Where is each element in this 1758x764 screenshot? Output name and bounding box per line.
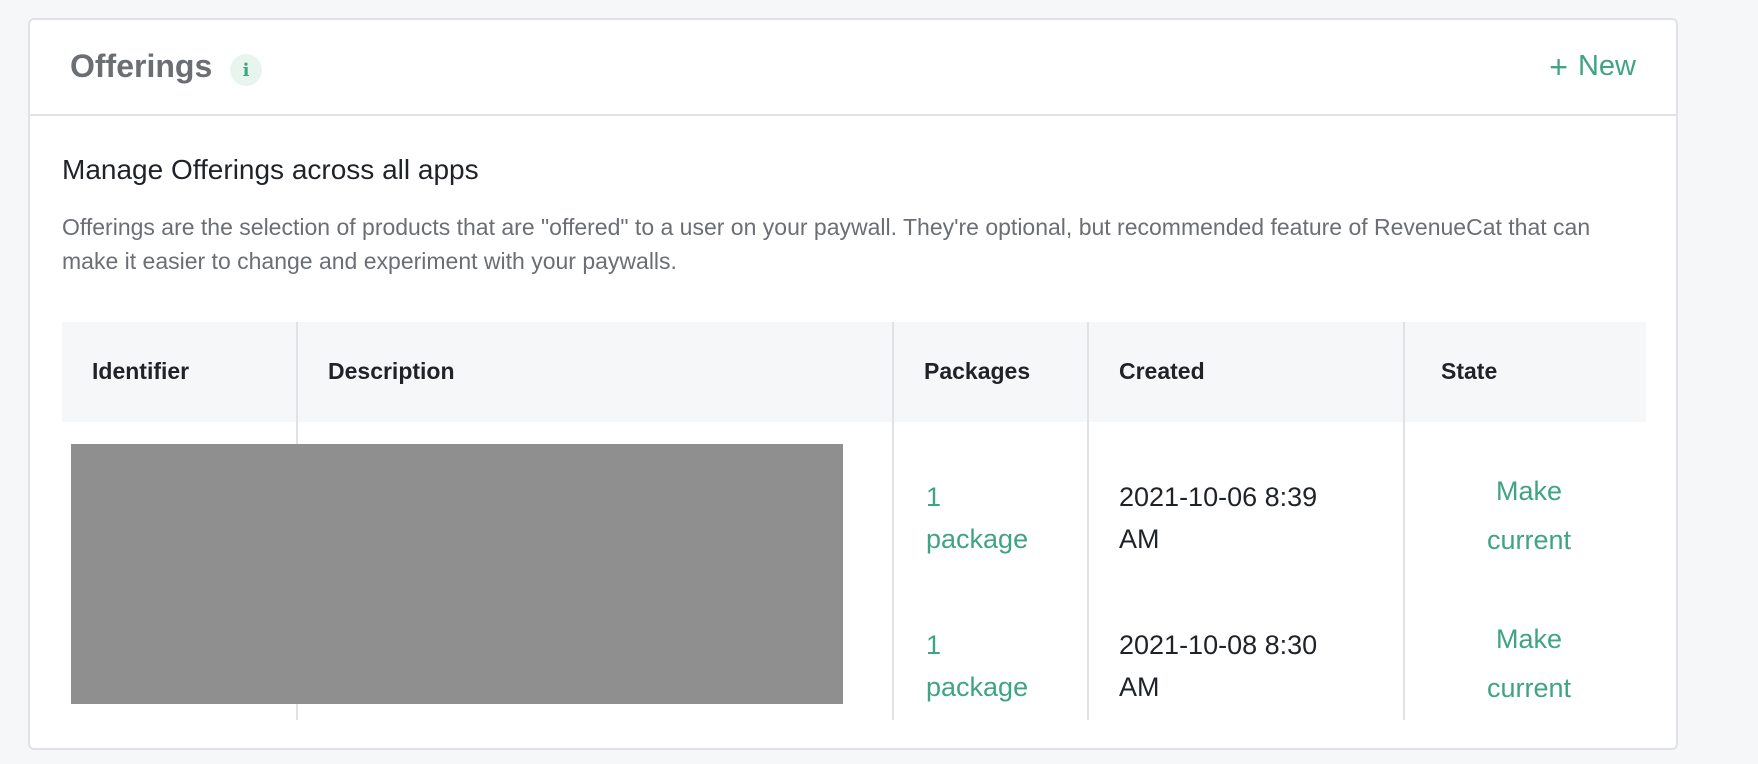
plus-icon: +: [1549, 48, 1568, 85]
created-time-suffix: AM: [1119, 672, 1160, 702]
created-date: 2021-10-06 8:39 AM: [1119, 476, 1317, 560]
offerings-table: Identifier Description Packages Created …: [62, 322, 1646, 720]
info-icon[interactable]: i: [230, 54, 262, 86]
new-offering-button[interactable]: + New: [1549, 50, 1636, 83]
new-button-label: New: [1577, 50, 1636, 82]
column-header-description: Description: [328, 358, 455, 384]
make-current-label: Make: [1495, 476, 1563, 506]
column-header-created: Created: [1119, 358, 1205, 384]
table-header-row: Identifier Description Packages Created …: [62, 322, 1646, 422]
page-title: Offerings: [70, 48, 213, 84]
offerings-card: Offerings i + New Manage Offerings acros…: [28, 18, 1678, 750]
created-date-value: 2021-10-06 8:39: [1119, 482, 1318, 512]
created-time-suffix: AM: [1119, 524, 1160, 554]
packages-unit: package: [926, 524, 1029, 554]
info-glyph: i: [242, 59, 250, 81]
section-description: Offerings are the selection of products …: [62, 214, 1591, 274]
packages-link[interactable]: 1 package: [926, 476, 1028, 560]
redacted-region: [71, 444, 843, 704]
column-divider: [1087, 322, 1089, 720]
column-header-identifier: Identifier: [92, 358, 190, 384]
created-date-value: 2021-10-08 8:30: [1119, 630, 1318, 660]
packages-link[interactable]: 1 package: [926, 624, 1028, 708]
make-current-label: current: [1486, 525, 1572, 555]
column-header-packages: Packages: [924, 358, 1031, 384]
section-heading: Manage Offerings across all apps: [62, 154, 479, 185]
card-header: Offerings i + New: [30, 20, 1676, 116]
make-current-button[interactable]: Make current: [1439, 615, 1619, 713]
column-divider: [892, 322, 894, 720]
created-date: 2021-10-08 8:30 AM: [1119, 624, 1317, 708]
make-current-label: current: [1486, 673, 1572, 703]
column-divider: [1403, 322, 1405, 720]
make-current-button[interactable]: Make current: [1439, 467, 1619, 565]
packages-count: 1: [926, 630, 942, 660]
column-header-state: State: [1441, 358, 1498, 384]
packages-count: 1: [926, 482, 942, 512]
make-current-label: Make: [1495, 624, 1563, 654]
packages-unit: package: [926, 672, 1029, 702]
